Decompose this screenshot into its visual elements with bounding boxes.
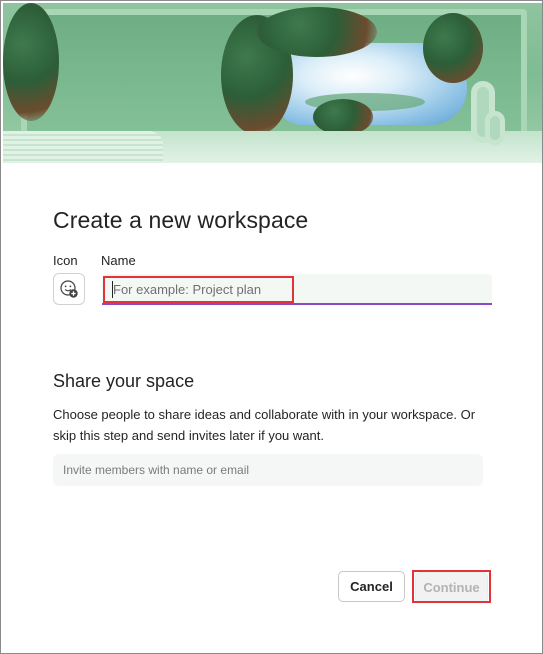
share-section-title: Share your space (53, 371, 195, 391)
banner-steps (3, 131, 163, 163)
text-caret (112, 281, 113, 298)
dialog-title: Create a new workspace (53, 207, 309, 233)
header-banner-image (3, 3, 542, 163)
banner-foliage (257, 7, 377, 57)
icon-picker-button[interactable] (53, 273, 85, 305)
banner-foliage (3, 3, 59, 121)
share-section-description: Choose people to share ideas and collabo… (53, 407, 476, 443)
banner-foliage (313, 99, 373, 135)
icon-label: Icon (53, 253, 78, 268)
workspace-name-field[interactable] (102, 274, 492, 305)
workspace-name-input[interactable] (102, 274, 492, 303)
banner-vase (485, 111, 505, 145)
emoji-add-icon (60, 280, 78, 298)
create-workspace-dialog: Create a new workspace Icon Name Share y… (0, 0, 543, 654)
cancel-button[interactable]: Cancel (338, 571, 405, 602)
continue-button[interactable]: Continue (415, 572, 488, 603)
invite-members-input[interactable] (53, 454, 483, 486)
name-label: Name (101, 253, 136, 268)
banner-foliage (423, 13, 483, 83)
invite-members-field[interactable] (53, 454, 483, 486)
